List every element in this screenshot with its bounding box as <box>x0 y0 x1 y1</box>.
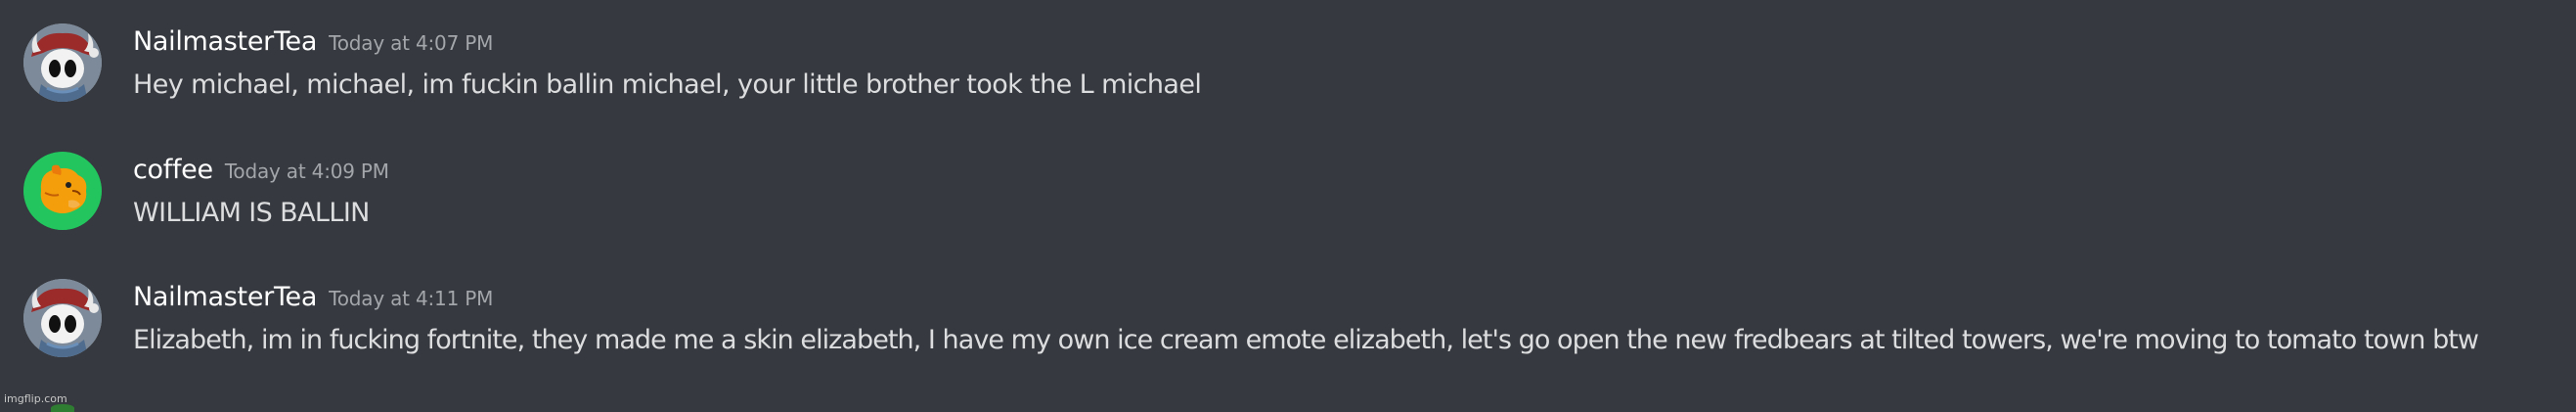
message-header: NailmasterTea Today at 4:07 PM <box>133 25 493 62</box>
orange-dog-icon <box>23 152 102 230</box>
hollow-knight-icon <box>23 279 102 357</box>
username[interactable]: coffee <box>133 155 213 185</box>
username[interactable]: NailmasterTea <box>133 26 317 57</box>
message-content: Hey michael, michael, im fuckin ballin m… <box>133 69 1202 100</box>
message-header: coffee Today at 4:09 PM <box>133 154 389 190</box>
hollow-knight-santa-avatar[interactable] <box>23 279 102 357</box>
imgflip-watermark: imgflip.com <box>4 392 67 405</box>
message-content: WILLIAM IS BALLIN <box>133 198 370 228</box>
timestamp: Today at 4:07 PM <box>329 31 494 55</box>
message: NailmasterTea Today at 4:07 PM Hey michae… <box>0 0 2576 108</box>
timestamp: Today at 4:09 PM <box>224 160 389 183</box>
message-content: Elizabeth, im in fucking fortnite, they … <box>133 325 2479 355</box>
hollow-knight-santa-avatar[interactable] <box>23 23 102 102</box>
message: NailmasterTea Today at 4:11 PM Elizabeth,… <box>0 255 2576 363</box>
message-header: NailmasterTea Today at 4:11 PM <box>133 281 493 317</box>
orange-dog-avatar[interactable] <box>23 152 102 230</box>
chat-messages: NailmasterTea Today at 4:07 PM Hey michae… <box>0 0 2576 412</box>
message: coffee Today at 4:09 PM WILLIAM IS BALLIN <box>0 128 2576 236</box>
username[interactable]: NailmasterTea <box>133 282 317 312</box>
timestamp: Today at 4:11 PM <box>329 287 494 310</box>
hollow-knight-icon <box>23 23 102 102</box>
